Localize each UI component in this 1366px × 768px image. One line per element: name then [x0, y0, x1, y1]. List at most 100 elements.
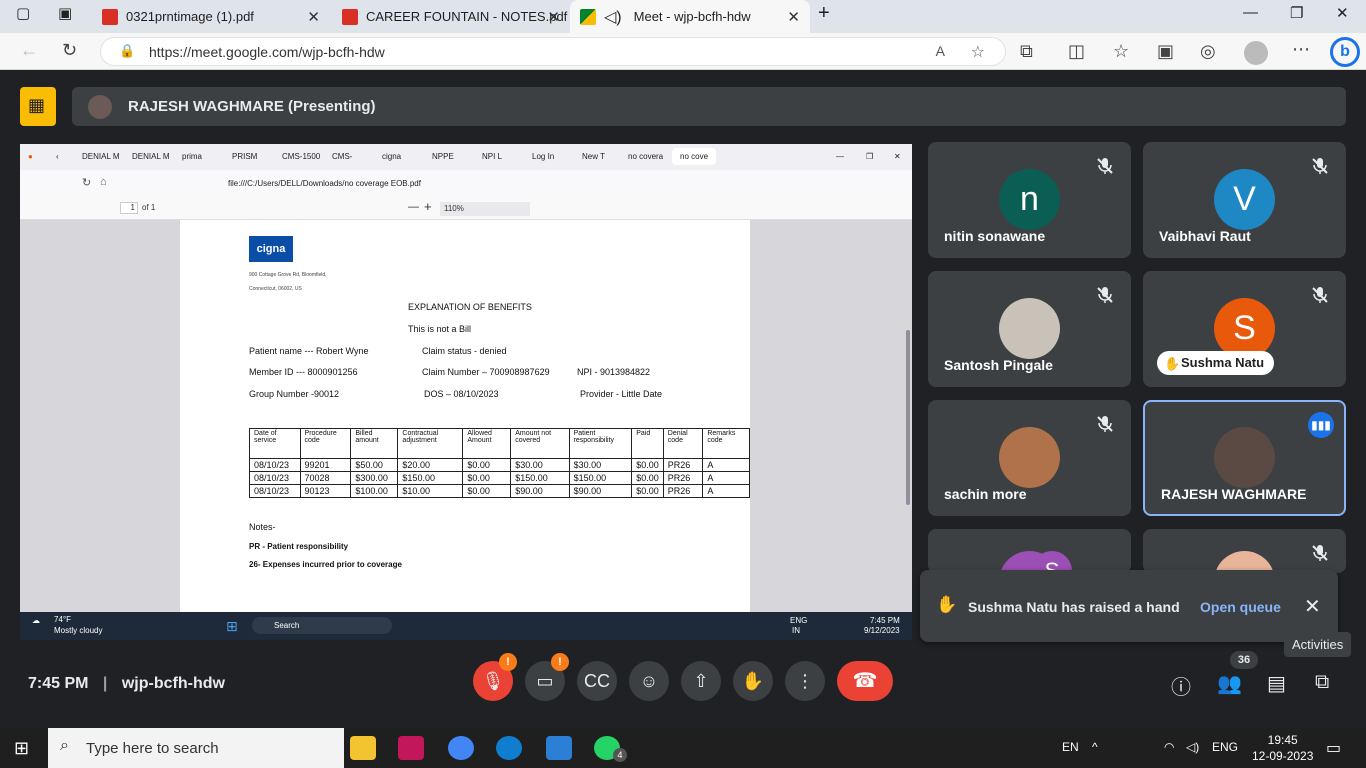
close-icon[interactable]: ✕ — [547, 8, 560, 26]
camera-warning-badge: ! — [551, 653, 569, 671]
end-call-icon: ☎ — [852, 670, 878, 692]
workspaces-icon[interactable]: ▢ — [16, 4, 30, 22]
avatar: S — [1214, 298, 1275, 359]
tray-expand-icon[interactable]: ^ — [1092, 740, 1098, 754]
more-options-button[interactable]: ⋮ — [785, 661, 825, 701]
captions-button[interactable]: CC — [577, 661, 617, 701]
tab-pdf-2[interactable]: CAREER FOUNTAIN - NOTES.pdf ✕ — [330, 0, 570, 33]
file-explorer-icon[interactable] — [350, 736, 376, 760]
pdf-icon — [342, 8, 358, 25]
tab-meet[interactable]: ◁) Meet - wjp-bcfh-hdw ✕ — [570, 0, 810, 33]
meeting-details: 7:45 PM | wjp-bcfh-hdw — [28, 675, 225, 693]
notifications-icon[interactable]: ▭ — [1326, 738, 1341, 758]
split-screen-icon[interactable]: ◫ — [1068, 41, 1085, 62]
table-cell: $0.00 — [462, 471, 512, 485]
tab-pdf-1[interactable]: 0321prntimage (1).pdf ✕ — [90, 0, 330, 33]
mic-toggle-button[interactable]: 🎙 ! — [473, 653, 517, 701]
ff-tab: prima — [182, 152, 203, 161]
reactions-button[interactable]: ☺ — [629, 661, 669, 701]
table-cell: $30.00 — [510, 458, 570, 472]
taskbar-search[interactable]: ⌕ Type here to search — [48, 728, 344, 768]
keyboard-lang[interactable]: ENG — [1212, 740, 1238, 754]
ff-tab: CMS- — [332, 152, 353, 161]
leave-call-button[interactable]: ☎ — [837, 661, 893, 701]
wifi-icon[interactable]: ◠ — [1164, 740, 1174, 754]
raise-hand-button[interactable]: ✋ — [733, 661, 773, 701]
presenter-avatar — [88, 95, 112, 119]
participant-tile-sachin[interactable]: sachin more — [928, 400, 1131, 516]
participant-name: Santosh Pingale — [944, 357, 1053, 373]
input-lang[interactable]: EN — [1062, 740, 1079, 754]
pdf-viewer: cigna 900 Cottage Grove Rd, Bloomfield, … — [20, 220, 912, 612]
page-number: 1 — [120, 202, 138, 214]
stop-presenting-button[interactable]: ▦ — [20, 87, 56, 126]
people-icon[interactable]: 👥 — [1217, 671, 1242, 696]
favorites-icon[interactable]: ☆ — [1113, 41, 1129, 62]
weather-icon: ☁ — [32, 616, 40, 625]
browser-tab-bar: ▢ ▣ 0321prntimage (1).pdf ✕ CAREER FOUNT… — [0, 0, 1366, 33]
performance-icon[interactable]: ◎ — [1200, 41, 1216, 62]
doc-subtitle: This is not a Bill — [408, 324, 472, 334]
raised-hand-chip: ✋ Sushma Natu — [1157, 351, 1275, 375]
windows-start-icon[interactable]: ⊞ — [14, 738, 29, 759]
recorder-icon[interactable] — [398, 736, 424, 760]
minimize-icon[interactable]: — — [1243, 4, 1258, 21]
member-id: Member ID --- 8000901256 — [249, 367, 358, 377]
meet-icon — [580, 8, 596, 25]
table-cell: $0.00 — [631, 484, 664, 498]
profile-avatar[interactable] — [1244, 41, 1268, 65]
taskbar-clock[interactable]: 19:45 12-09-2023 — [1252, 732, 1313, 764]
camera-toggle-button[interactable]: ▭ ! — [525, 653, 569, 701]
tab-actions-icon[interactable]: ▣ — [58, 4, 72, 22]
participant-tile-santosh[interactable]: Santosh Pingale — [928, 271, 1131, 387]
restore-icon[interactable]: ❐ — [1290, 4, 1303, 22]
edge-icon[interactable] — [496, 736, 522, 760]
ff-tab: DENIAL M — [82, 152, 120, 161]
speaker-icon[interactable]: ◁) — [604, 7, 622, 27]
window-close-icon[interactable]: ✕ — [1336, 4, 1349, 22]
table-cell: $10.00 — [397, 484, 464, 498]
close-icon[interactable]: ✕ — [1304, 594, 1321, 619]
participant-tile-vaibhavi[interactable]: V Vaibhavi Raut — [1143, 142, 1346, 258]
back-icon[interactable]: ← — [20, 40, 38, 61]
new-tab-icon[interactable]: + — [818, 2, 830, 25]
chat-icon[interactable]: ▤ — [1267, 671, 1286, 696]
participant-tile-7[interactable]: S — [928, 529, 1131, 573]
address-bar[interactable]: 🔒 https://meet.google.com/wjp-bcfh-hdw A… — [100, 37, 1006, 66]
group-number: Group Number -90012 — [249, 389, 340, 399]
avatar-photo — [1214, 427, 1275, 488]
refresh-icon[interactable]: ↻ — [62, 40, 77, 61]
close-icon[interactable]: ✕ — [307, 8, 320, 26]
participant-tile-8[interactable] — [1143, 529, 1346, 573]
favorite-star-icon[interactable]: ☆ — [971, 42, 985, 62]
open-queue-button[interactable]: Open queue — [1200, 599, 1281, 615]
meeting-info-icon[interactable]: ⓘ — [1171, 671, 1191, 700]
presenting-label: RAJESH WAGHMARE (Presenting) — [128, 98, 376, 115]
vscode-icon[interactable] — [546, 736, 572, 760]
ff-tab: NPPE — [432, 152, 454, 161]
volume-icon[interactable]: ◁) — [1186, 740, 1199, 754]
more-icon[interactable]: ⋯ — [1292, 39, 1310, 60]
collections-icon[interactable]: ▣ — [1157, 41, 1174, 62]
avatar-photo — [999, 427, 1060, 488]
table-cell: 08/10/23 — [249, 458, 301, 472]
participant-tile-rajesh[interactable]: ▮▮▮ RAJESH WAGHMARE — [1143, 400, 1346, 516]
meeting-time: 7:45 PM — [28, 675, 89, 692]
activities-icon[interactable]: ⧉ — [1315, 671, 1329, 694]
table-cell: A — [702, 458, 750, 472]
chrome-icon[interactable] — [448, 736, 474, 760]
participant-name: Sushma Natu — [1181, 355, 1265, 370]
table-cell: $20.00 — [397, 458, 464, 472]
present-button[interactable]: ⇧ — [681, 661, 721, 701]
close-icon[interactable]: ✕ — [787, 8, 800, 26]
copilot-icon[interactable]: b — [1330, 37, 1360, 67]
extensions-icon[interactable]: ⧉ — [1020, 41, 1033, 62]
table-cell: $150.00 — [568, 471, 633, 485]
participant-tile-nitin[interactable]: n nitin sonawane — [928, 142, 1131, 258]
lock-icon[interactable]: 🔒 — [119, 43, 135, 59]
read-aloud-icon[interactable]: A — [936, 43, 945, 59]
participant-tile-sushma[interactable]: S ✋ Sushma Natu — [1143, 271, 1346, 387]
more-vert-icon: ⋮ — [796, 671, 814, 691]
mic-off-icon — [1310, 543, 1330, 563]
shared-tray-region: IN — [792, 626, 800, 635]
